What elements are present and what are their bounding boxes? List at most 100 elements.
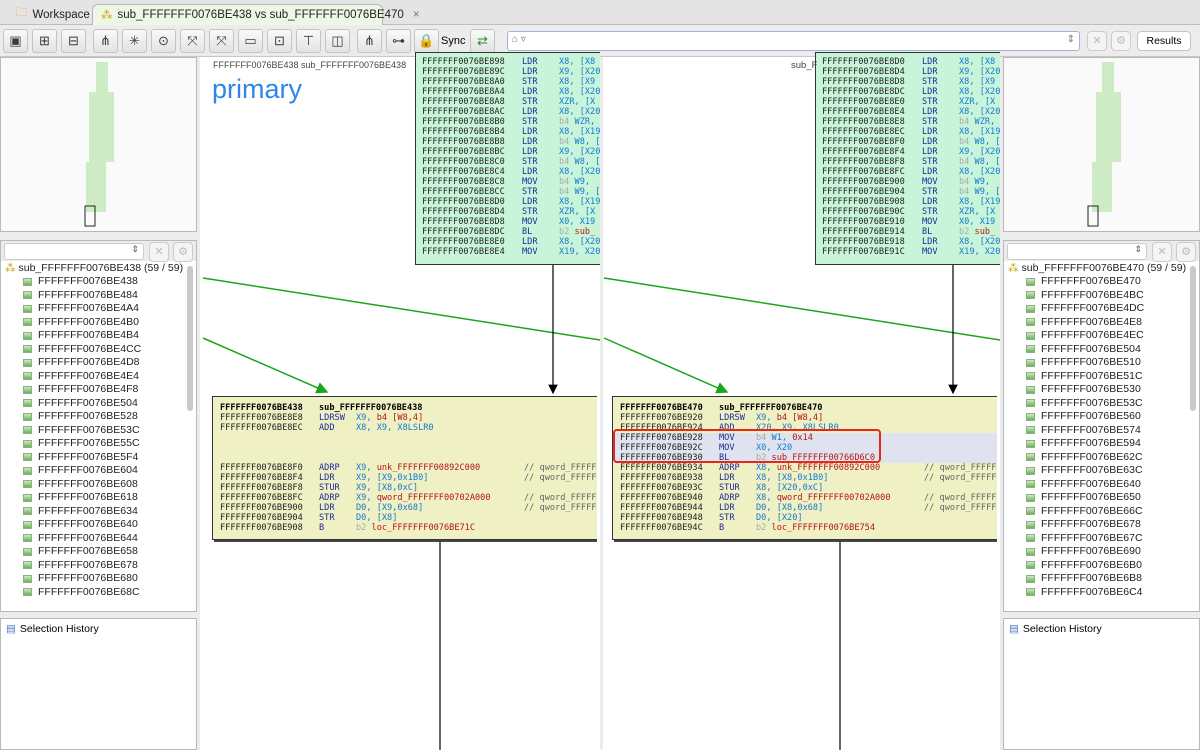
code-line: FFFFFFF0076BE8F0 ADRP X9, unk_FFFFFFF00892…	[213, 463, 597, 473]
operand-text: W9, [	[574, 187, 601, 197]
operand-text: X8,	[756, 463, 777, 473]
operands: XZR, [X	[559, 97, 595, 107]
code-line: FFFFFFF0076BE8FC ADRP X9, qword_FFFFFFF007…	[213, 493, 597, 503]
code-line: FFFFFFF0076BE8F4 LDR X9, [X9,0x1B0] // qwor…	[213, 473, 597, 483]
address: FFFFFFF0076BE908	[220, 523, 303, 533]
mnemonic: LDR	[922, 167, 938, 177]
mnemonic: LDR	[522, 67, 538, 77]
operand-text: W8, [	[974, 157, 1001, 167]
address: FFFFFFF0076BE8D8	[822, 77, 905, 87]
address: FFFFFFF0076BE904	[822, 187, 905, 197]
code-line: FFFFFFF0076BE908 Bb2 loc_FFFFFFF0076BE71C	[213, 523, 597, 533]
operands: X8, [X20	[959, 167, 1000, 177]
address: FFFFFFF0076BE8F4	[822, 147, 905, 157]
mnemonic: MOV	[922, 217, 938, 227]
comment: // qword_FFFFF	[524, 473, 597, 483]
operand-text: X9, [X20	[559, 147, 601, 157]
mnemonic: STR	[719, 513, 735, 523]
address: FFFFFFF0076BE8F0	[822, 137, 905, 147]
code-block[interactable]: FFFFFFF0076BE898 LDR X8, [X8 FFFFFFF0076BE8…	[415, 52, 601, 265]
size-prefix: b4	[959, 157, 975, 167]
edge	[603, 337, 729, 394]
address: FFFFFFF0076BE8CC	[422, 187, 505, 197]
mnemonic: LDR	[522, 137, 538, 147]
operands: X8, [X20	[559, 237, 600, 247]
operand-text: X9,	[356, 413, 377, 423]
symbol: qword_FFFFFFF00702A000	[376, 493, 491, 503]
address: FFFFFFF0076BE94C	[620, 523, 703, 533]
operands: X8, [X19	[959, 197, 1000, 207]
operands: X0, X19	[959, 217, 995, 227]
size-prefix: b4	[559, 177, 575, 187]
address: FFFFFFF0076BE8E8	[822, 117, 905, 127]
operands: D0, [X8]	[356, 513, 397, 523]
mnemonic: STR	[522, 117, 538, 127]
code-line: FFFFFFF0076BE8D0 LDR X8, [X8	[816, 57, 1000, 67]
code-block[interactable]: FFFFFFF0076BE470 sub_FFFFFFF0076BE470 FFFF…	[612, 396, 997, 540]
operand-text: X9,	[356, 463, 377, 473]
address: FFFFFFF0076BE8D4	[822, 67, 905, 77]
edge	[603, 277, 1001, 341]
address: FFFFFFF0076BE8EC	[822, 127, 905, 137]
address: FFFFFFF0076BE8F0	[220, 463, 303, 473]
address: FFFFFFF0076BE8D8	[422, 217, 505, 227]
mnemonic: STR	[522, 207, 538, 217]
mnemonic: STR	[922, 117, 938, 127]
operands: X9, [X20	[959, 67, 1000, 77]
change-highlight-box	[613, 429, 881, 463]
code-line: FFFFFFF0076BE90C STR XZR, [X	[816, 207, 1000, 217]
mnemonic: STR	[922, 157, 938, 167]
code-line: FFFFFFF0076BE904 STR D0, [X8]	[213, 513, 597, 523]
address: FFFFFFF0076BE90C	[822, 207, 905, 217]
size-prefix: b2	[356, 523, 372, 533]
symbol: b4 [W8,4]	[776, 413, 824, 423]
mnemonic: MOV	[522, 177, 538, 187]
code-line: FFFFFFF0076BE8BC LDR X9, [X20	[416, 147, 601, 157]
secondary-function-header: sub_F	[791, 60, 818, 71]
code-line: FFFFFFF0076BE8A4 LDR X8, [X20	[416, 87, 600, 97]
comment: // qword_FFFFF	[524, 493, 597, 503]
size-prefix: b4	[559, 157, 575, 167]
mnemonic: ADRP	[319, 463, 340, 473]
comment: // qword_FFFFF	[524, 503, 597, 513]
code-line: FFFFFFF0076BE91C MOV X19, X20	[816, 247, 1000, 257]
operand-text: X8, [X20	[559, 237, 601, 247]
mnemonic: LDRSW	[319, 413, 345, 423]
operand-text: X19, X20	[559, 247, 601, 257]
operands: b2 loc_FFFFFFF0076BE754	[756, 523, 875, 533]
results-button[interactable]: Results	[1137, 31, 1191, 51]
address: FFFFFFF0076BE8EC	[220, 423, 303, 433]
code-line: FFFFFFF0076BE948 STR D0, [X20]	[613, 513, 997, 523]
graph-edges	[202, 265, 1001, 750]
mnemonic: STR	[922, 207, 938, 217]
symbol: unk_FFFFFFF00892C000	[376, 463, 481, 473]
code-line: FFFFFFF0076BE8F0 LDR b4 W8, [	[816, 137, 1000, 147]
operand-text: X8, [X8	[559, 57, 596, 67]
operand-text: D0, [X8,0x68]	[756, 503, 824, 513]
address: FFFFFFF0076BE8A0	[422, 77, 505, 87]
address: FFFFFFF0076BE900	[220, 503, 303, 513]
mnemonic: MOV	[522, 217, 538, 227]
operands: X8, [X19	[559, 127, 600, 137]
comment: // qword_FFFFF	[524, 463, 597, 473]
operands: XZR, [X	[959, 207, 995, 217]
code-line: FFFFFFF0076BE938 LDR X8, [X8,0x1B0] // qwor…	[613, 473, 997, 483]
size-prefix: b2	[559, 227, 575, 237]
operand-text: W8, [	[574, 137, 601, 147]
operands: b4 W9,	[559, 177, 595, 187]
code-line: FFFFFFF0076BE93C STUR X8, [X20,0xC]	[613, 483, 997, 493]
address: FFFFFFF0076BE8D4	[422, 207, 505, 217]
code-line: FFFFFFF0076BE8D0 LDR X8, [X19	[416, 197, 600, 207]
code-block[interactable]: FFFFFFF0076BE438 sub_FFFFFFF0076BE438 FFFF…	[212, 396, 597, 540]
code-block[interactable]: FFFFFFF0076BE8D0 LDR X8, [X8 FFFFFFF0076BE8…	[815, 52, 1001, 265]
code-line: FFFFFFF0076BE904 STR b4 W9, [	[816, 187, 1000, 197]
code-line: FFFFFFF0076BE8E8 LDRSW X9, b4 [W8,4]	[213, 413, 597, 423]
symbol: loc_FFFFFFF0076BE754	[771, 523, 876, 533]
address: FFFFFFF0076BE8D0	[422, 197, 505, 207]
operand-text: X9,	[756, 413, 777, 423]
address: FFFFFFF0076BE8AC	[422, 107, 505, 117]
mnemonic: STR	[922, 77, 938, 87]
operands: X8, [X9	[559, 77, 595, 87]
